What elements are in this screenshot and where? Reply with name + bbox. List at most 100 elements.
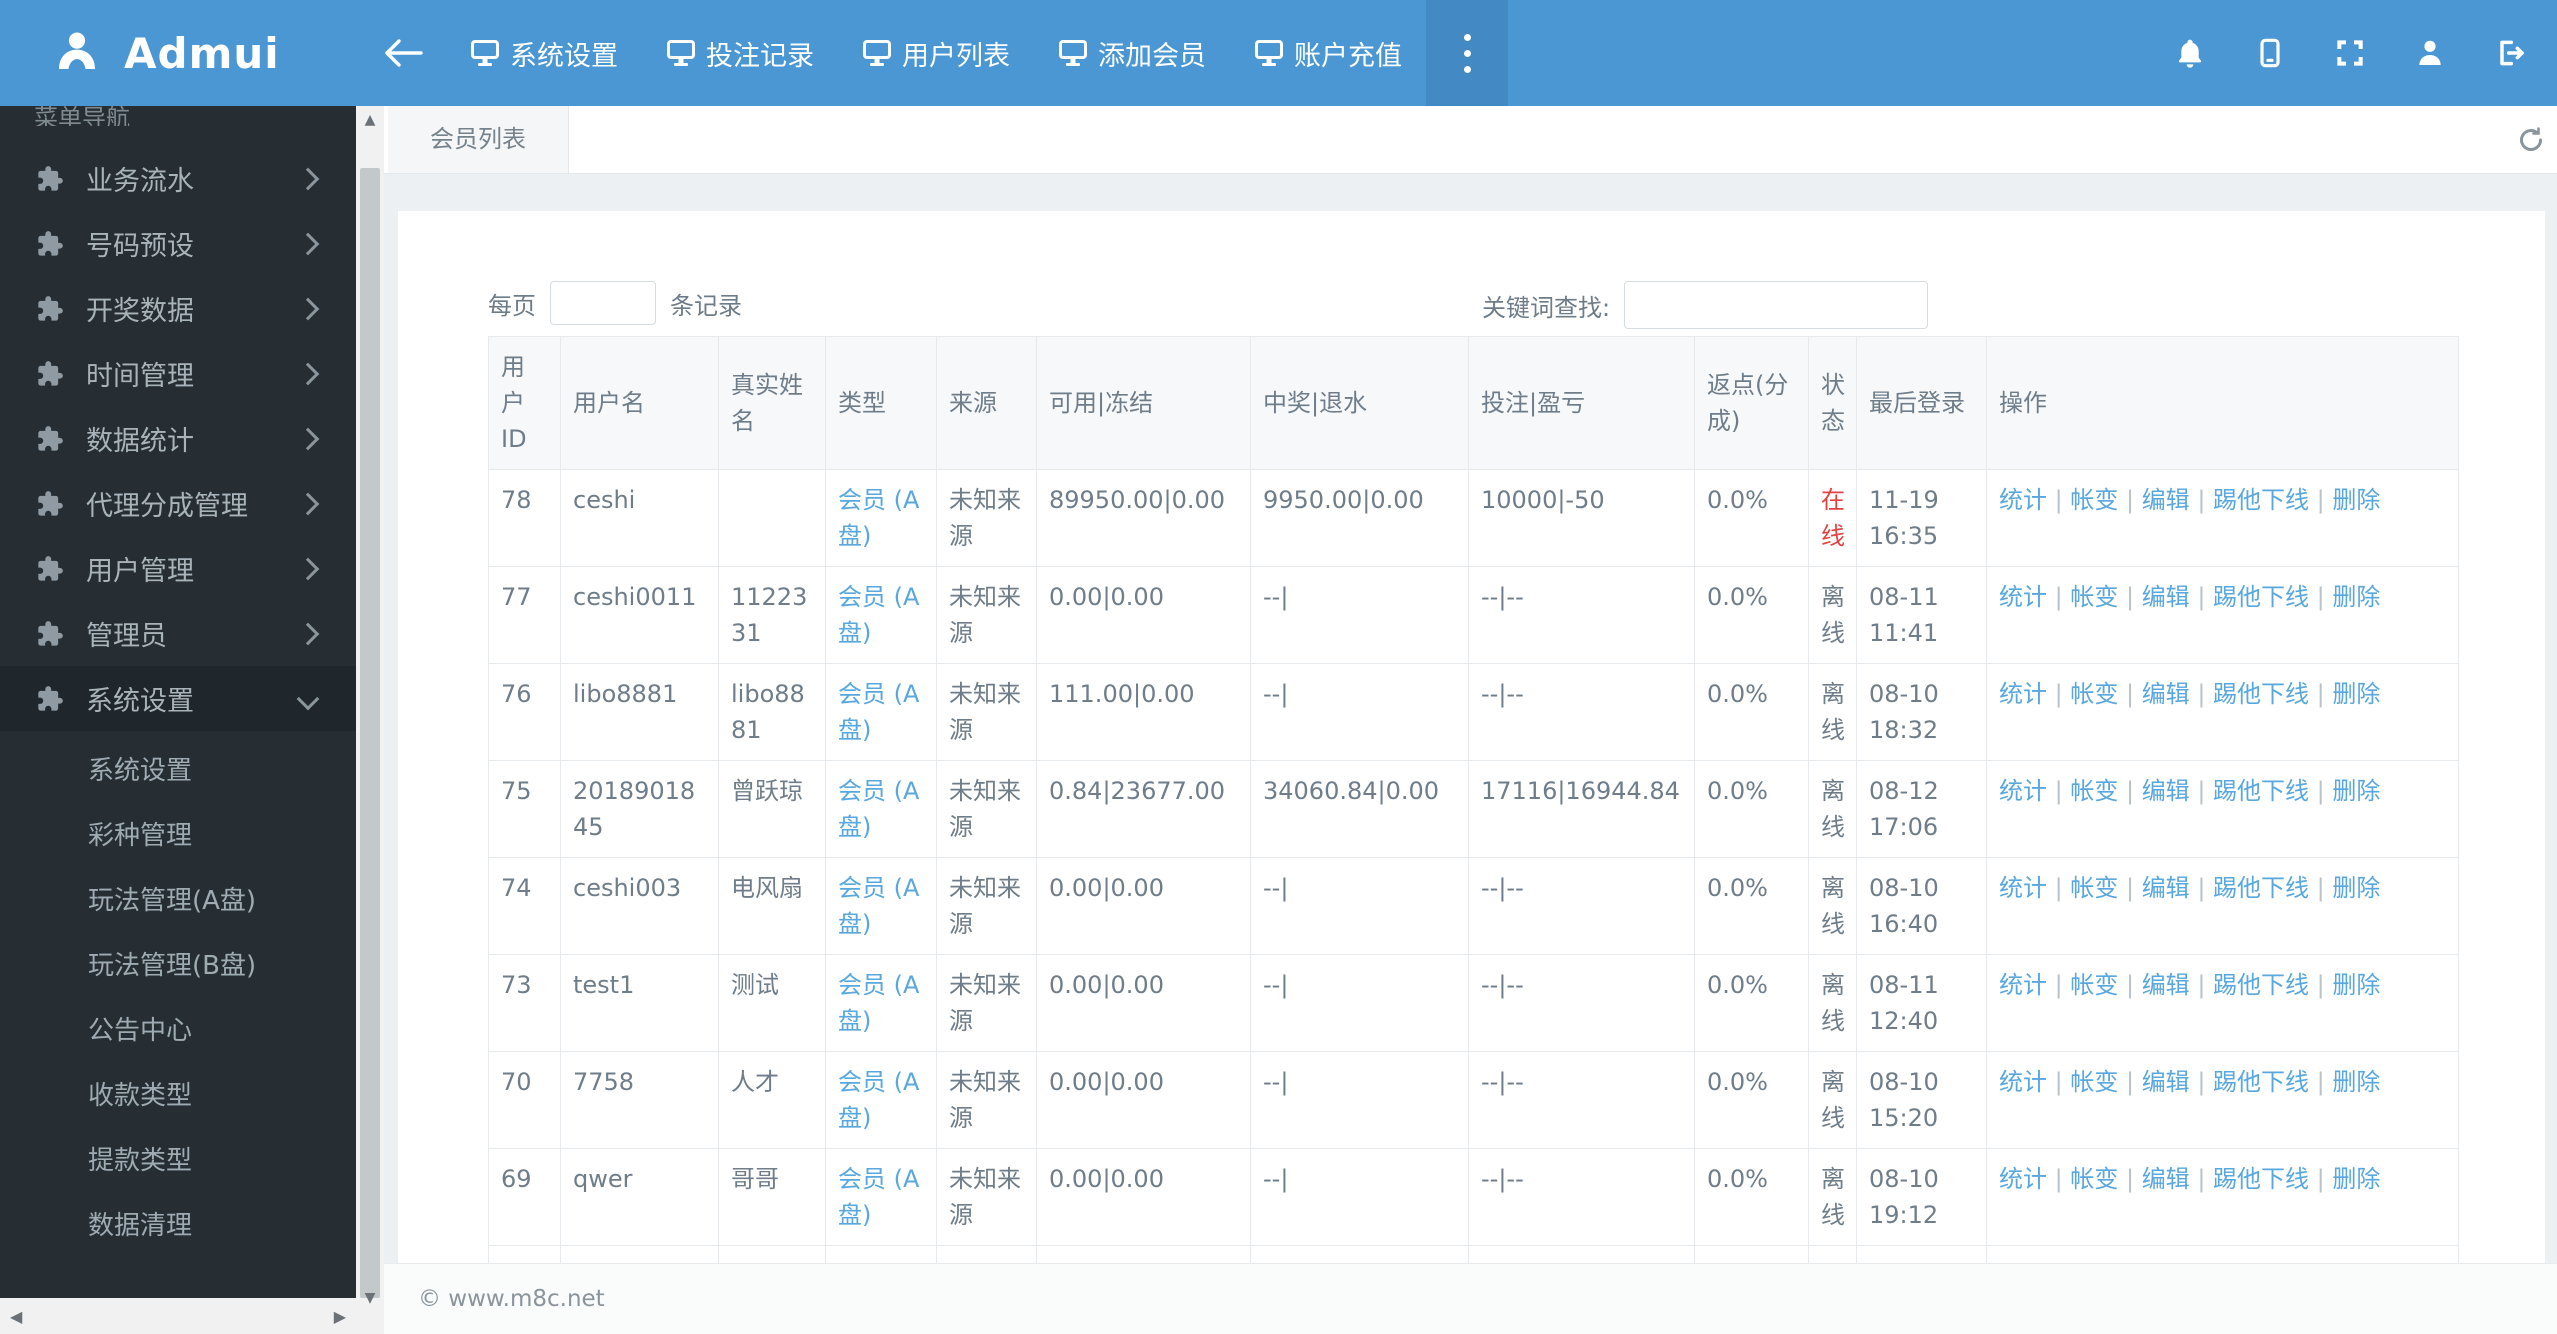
monitor-icon xyxy=(666,39,696,67)
nav-item-5[interactable]: 账户充值 xyxy=(1230,0,1426,106)
sidebar-item-开奖数据[interactable]: 开奖数据 xyxy=(0,276,356,341)
action-link-编辑[interactable]: 编辑 xyxy=(2142,486,2190,514)
action-link-帐变[interactable]: 帐变 xyxy=(2070,874,2118,902)
member-type-link[interactable]: 会员 (A盘) xyxy=(838,777,919,841)
action-link-踢他下线[interactable]: 踢他下线 xyxy=(2213,583,2309,611)
action-link-帐变[interactable]: 帐变 xyxy=(2070,1068,2118,1096)
action-link-帐变[interactable]: 帐变 xyxy=(2070,486,2118,514)
nav-item-4[interactable]: 添加会员 xyxy=(1034,0,1230,106)
action-link-删除[interactable]: 删除 xyxy=(2332,1068,2380,1096)
sidebar-item-系统设置[interactable]: 系统设置 xyxy=(0,666,356,731)
action-link-编辑[interactable]: 编辑 xyxy=(2142,971,2190,999)
sidebar-subitem-系统设置[interactable]: 系统设置 xyxy=(0,739,356,804)
action-link-帐变[interactable]: 帐变 xyxy=(2070,680,2118,708)
action-link-删除[interactable]: 删除 xyxy=(2332,486,2380,514)
action-link-统计[interactable]: 统计 xyxy=(1999,777,2047,805)
search-input[interactable] xyxy=(1624,281,1929,329)
puzzle-icon xyxy=(36,230,64,258)
sidebar-subitem-彩种管理[interactable]: 彩种管理 xyxy=(0,804,356,869)
sidebar-item-业务流水[interactable]: 业务流水 xyxy=(0,146,356,211)
monitor-icon xyxy=(1058,39,1088,67)
mobile-icon[interactable] xyxy=(2253,36,2287,70)
member-type-link[interactable]: 会员 (A盘) xyxy=(838,1068,919,1132)
sidebar-item-代理分成管理[interactable]: 代理分成管理 xyxy=(0,471,356,536)
scroll-down-arrow-icon[interactable]: ▼ xyxy=(356,1290,384,1306)
brand[interactable]: Admui xyxy=(0,0,356,106)
table-row: 76 libo8881 libo8881 会员 (A盘) 未知来源 111.00|0.00… xyxy=(488,663,2459,761)
action-link-统计[interactable]: 统计 xyxy=(1999,583,2047,611)
member-type-link[interactable]: 会员 (A盘) xyxy=(838,680,919,744)
member-type-link[interactable]: 会员 (A盘) xyxy=(838,486,919,550)
sidebar-subitem-提款类型[interactable]: 提款类型 xyxy=(0,1129,356,1194)
action-link-统计[interactable]: 统计 xyxy=(1999,874,2047,902)
user-icon[interactable] xyxy=(2413,36,2447,70)
action-link-编辑[interactable]: 编辑 xyxy=(2142,874,2190,902)
action-link-删除[interactable]: 删除 xyxy=(2332,971,2380,999)
action-link-帐变[interactable]: 帐变 xyxy=(2070,583,2118,611)
action-link-帐变[interactable]: 帐变 xyxy=(2070,1165,2118,1193)
sidebar-subitem-玩法管理(B盘)[interactable]: 玩法管理(B盘) xyxy=(0,934,356,999)
member-type-link[interactable]: 会员 (A盘) xyxy=(838,583,919,647)
brand-name: Admui xyxy=(124,28,280,78)
sidebar-horizontal-scrollbar[interactable]: ◀ ▶ xyxy=(0,1298,356,1334)
tab-member-list[interactable]: 会员列表 xyxy=(388,106,569,173)
action-link-统计[interactable]: 统计 xyxy=(1999,486,2047,514)
action-link-踢他下线[interactable]: 踢他下线 xyxy=(2213,971,2309,999)
action-link-统计[interactable]: 统计 xyxy=(1999,680,2047,708)
sidebar-vertical-scrollbar[interactable]: ▲ ▼ xyxy=(356,106,384,1334)
action-link-踢他下线[interactable]: 踢他下线 xyxy=(2213,1068,2309,1096)
back-arrow-icon[interactable] xyxy=(356,0,446,106)
per-page-input[interactable] xyxy=(550,281,656,325)
action-link-踢他下线[interactable]: 踢他下线 xyxy=(2213,680,2309,708)
scrollbar-thumb[interactable] xyxy=(360,168,380,1298)
sidebar-item-用户管理[interactable]: 用户管理 xyxy=(0,536,356,601)
nav-item-1[interactable]: 系统设置 xyxy=(446,0,642,106)
action-link-删除[interactable]: 删除 xyxy=(2332,777,2380,805)
puzzle-icon xyxy=(36,620,64,648)
action-link-踢他下线[interactable]: 踢他下线 xyxy=(2213,874,2309,902)
action-link-统计[interactable]: 统计 xyxy=(1999,1165,2047,1193)
member-type-link[interactable]: 会员 (A盘) xyxy=(838,1165,919,1229)
action-link-帐变[interactable]: 帐变 xyxy=(2070,777,2118,805)
action-link-编辑[interactable]: 编辑 xyxy=(2142,1165,2190,1193)
more-menu-button[interactable] xyxy=(1426,0,1508,106)
sidebar-item-数据统计[interactable]: 数据统计 xyxy=(0,406,356,471)
scroll-right-arrow-icon[interactable]: ▶ xyxy=(334,1307,346,1326)
sidebar-subitem-数据清理[interactable]: 数据清理 xyxy=(0,1194,356,1259)
action-link-删除[interactable]: 删除 xyxy=(2332,1165,2380,1193)
bell-icon[interactable] xyxy=(2173,36,2207,70)
action-link-编辑[interactable]: 编辑 xyxy=(2142,680,2190,708)
action-link-编辑[interactable]: 编辑 xyxy=(2142,583,2190,611)
action-link-编辑[interactable]: 编辑 xyxy=(2142,1068,2190,1096)
sidebar-item-管理员[interactable]: 管理员 xyxy=(0,601,356,666)
sidebar-subitem-玩法管理(A盘)[interactable]: 玩法管理(A盘) xyxy=(0,869,356,934)
nav-item-2[interactable]: 投注记录 xyxy=(642,0,838,106)
action-link-统计[interactable]: 统计 xyxy=(1999,1068,2047,1096)
action-link-编辑[interactable]: 编辑 xyxy=(2142,777,2190,805)
action-link-踢他下线[interactable]: 踢他下线 xyxy=(2213,1165,2309,1193)
member-type-link[interactable]: 会员 (A盘) xyxy=(838,874,919,938)
refresh-icon[interactable] xyxy=(2517,126,2545,154)
sidebar-menu: 业务流水 号码预设 开奖数据 时间管理 数据统计 代理分成管理 用户管理 管理员 系统设置 系统设… xyxy=(0,146,356,1259)
action-link-踢他下线[interactable]: 踢他下线 xyxy=(2213,777,2309,805)
action-link-删除[interactable]: 删除 xyxy=(2332,583,2380,611)
action-link-统计[interactable]: 统计 xyxy=(1999,971,2047,999)
sidebar-item-时间管理[interactable]: 时间管理 xyxy=(0,341,356,406)
action-link-踢他下线[interactable]: 踢他下线 xyxy=(2213,486,2309,514)
nav-item-3[interactable]: 用户列表 xyxy=(838,0,1034,106)
action-link-删除[interactable]: 删除 xyxy=(2332,874,2380,902)
sidebar-subitem-收款类型[interactable]: 收款类型 xyxy=(0,1064,356,1129)
scroll-up-arrow-icon[interactable]: ▲ xyxy=(356,112,384,128)
per-page-label: 每页 xyxy=(488,291,536,320)
logout-icon[interactable] xyxy=(2493,36,2527,70)
sidebar-item-号码预设[interactable]: 号码预设 xyxy=(0,211,356,276)
fullscreen-icon[interactable] xyxy=(2333,36,2367,70)
scroll-left-arrow-icon[interactable]: ◀ xyxy=(10,1307,22,1326)
action-link-删除[interactable]: 删除 xyxy=(2332,680,2380,708)
action-link-帐变[interactable]: 帐变 xyxy=(2070,971,2118,999)
member-type-link[interactable]: 会员 (A盘) xyxy=(838,971,919,1035)
chevron-right-icon xyxy=(296,232,320,255)
sidebar-subitem-公告中心[interactable]: 公告中心 xyxy=(0,999,356,1064)
column-header: 真实姓名 xyxy=(718,336,826,470)
puzzle-icon xyxy=(36,360,64,388)
